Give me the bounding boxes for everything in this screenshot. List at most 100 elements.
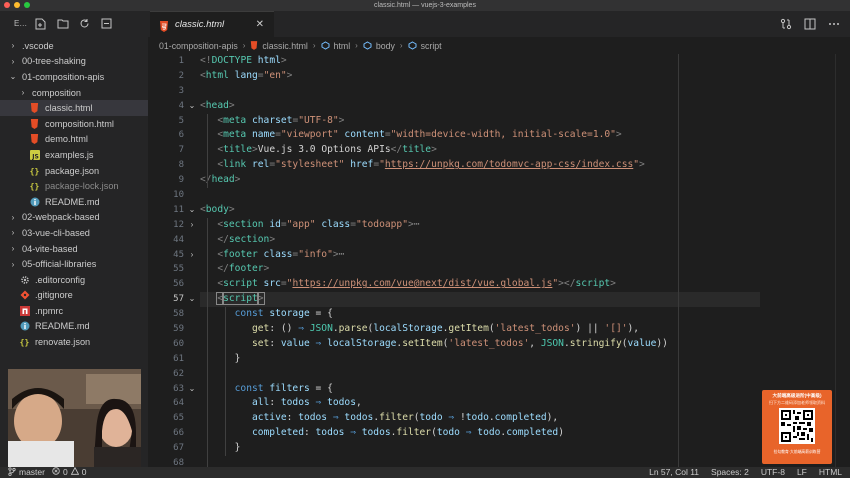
fold-collapse-icon[interactable]: ⌄ <box>186 382 198 397</box>
code-line[interactable] <box>200 188 760 203</box>
code-token: stringify <box>569 337 622 349</box>
cursor-position[interactable]: Ln 57, Col 11 <box>649 467 699 478</box>
split-editor-icon[interactable] <box>803 17 816 30</box>
folder-item[interactable]: › 04-vite-based <box>0 241 148 257</box>
code-line[interactable]: <body> <box>200 203 760 218</box>
gear-icon <box>18 274 31 285</box>
code-line[interactable]: <script src="https://unpkg.com/vue@next/… <box>200 277 760 292</box>
code-line[interactable]: active: todos ⇒ todos.filter(todo ⇒ !tod… <box>200 411 760 426</box>
code-line[interactable]: <title>Vue.js 3.0 Options APIs</title> <box>200 143 760 158</box>
file-item[interactable]: .gitignore <box>0 288 148 304</box>
refresh-icon[interactable] <box>78 17 91 30</box>
more-actions-icon[interactable] <box>827 17 840 30</box>
code-line[interactable]: </footer> <box>200 262 760 277</box>
code-line[interactable]: } <box>200 441 760 456</box>
file-item[interactable]: {} package-lock.json <box>0 178 148 194</box>
breadcrumb-body[interactable]: body <box>376 41 395 51</box>
close-icon[interactable]: ✕ <box>256 19 264 30</box>
code-line[interactable]: } <box>200 352 760 367</box>
chevron-right-icon[interactable]: › <box>8 228 18 237</box>
folder-item[interactable]: › 00-tree-shaking <box>0 54 148 70</box>
code-line[interactable]: <link rel="stylesheet" href="https://unp… <box>200 158 760 173</box>
folder-item[interactable]: › 02-webpack-based <box>0 210 148 226</box>
code-token: "UTF-8" <box>298 114 339 126</box>
fold-collapse-icon[interactable]: ⌄ <box>186 99 198 114</box>
line-ending[interactable]: LF <box>797 467 807 478</box>
code-line[interactable]: completed: todos ⇒ todos.filter(todo ⇒ t… <box>200 426 760 441</box>
code-token: todos <box>315 427 345 439</box>
folder-item[interactable]: › .vscode <box>0 38 148 54</box>
tree-item-label: .npmrc <box>35 305 64 316</box>
git-branch[interactable]: master <box>8 466 45 478</box>
fold-collapse-icon[interactable]: ⌄ <box>186 292 198 307</box>
chevron-right-icon[interactable]: › <box>8 57 18 66</box>
info-icon <box>28 196 41 207</box>
file-item[interactable]: {} renovate.json <box>0 334 148 350</box>
fold-expand-icon[interactable]: › <box>186 248 198 263</box>
code-line[interactable]: <section id="app" class="todoapp">⋯ <box>200 218 760 233</box>
code-line[interactable]: <meta charset="UTF-8"> <box>200 114 760 129</box>
error-icon <box>52 467 60 478</box>
code-line[interactable] <box>200 456 760 467</box>
code-line[interactable]: <footer class="info">⋯ <box>200 248 760 263</box>
file-item[interactable]: {} package.json <box>0 163 148 179</box>
indent-guide <box>225 307 226 457</box>
breadcrumb-html[interactable]: html <box>334 41 351 51</box>
code-line[interactable]: <!DOCTYPE html> <box>200 54 760 69</box>
file-item[interactable]: composition.html <box>0 116 148 132</box>
code-line[interactable] <box>200 84 760 99</box>
breadcrumb-script[interactable]: script <box>421 41 442 51</box>
promo-title: 大前端高级进阶(中高级) <box>772 393 822 398</box>
file-item[interactable]: demo.html <box>0 132 148 148</box>
code-area[interactable]: <!DOCTYPE html> <html lang="en"> <head> <m… <box>200 54 760 467</box>
new-folder-icon[interactable] <box>56 17 69 30</box>
chevron-right-icon[interactable]: › <box>8 260 18 269</box>
code-token: JSON <box>303 323 333 335</box>
code-line[interactable]: <meta name="viewport" content="width=dev… <box>200 128 760 143</box>
chevron-down-icon[interactable]: ⌄ <box>8 72 18 81</box>
tab-classic-html[interactable]: classic.html ✕ <box>150 11 274 37</box>
folder-item[interactable]: › composition <box>0 85 148 101</box>
fold-collapse-icon[interactable]: ⌄ <box>186 203 198 218</box>
code-line[interactable]: </head> <box>200 173 760 188</box>
file-item[interactable]: README.md <box>0 194 148 210</box>
file-item[interactable]: .npmrc <box>0 303 148 319</box>
folder-item[interactable]: › 03-vue-cli-based <box>0 225 148 241</box>
file-item[interactable]: .editorconfig <box>0 272 148 288</box>
code-line[interactable]: <head> <box>200 99 760 114</box>
chevron-right-icon[interactable]: › <box>8 213 18 222</box>
chevron-right-icon[interactable]: › <box>8 244 18 253</box>
code-line[interactable]: <html lang="en"> <box>200 69 760 84</box>
code-line[interactable]: get: () ⇒ JSON.parse(localStorage.getIte… <box>200 322 760 337</box>
file-item[interactable]: README.md <box>0 319 148 335</box>
code-line[interactable]: </section> <box>200 233 760 248</box>
file-item[interactable]: JS examples.js <box>0 147 148 163</box>
code-line[interactable]: set: value ⇒ localStorage.setItem('lates… <box>200 337 760 352</box>
breadcrumb-folder[interactable]: 01-composition-apis <box>159 41 238 51</box>
compare-changes-icon[interactable] <box>779 17 792 30</box>
code-line[interactable]: const storage = { <box>200 307 760 322</box>
code-token: value <box>280 337 310 349</box>
folder-item[interactable]: › 05-official-libraries <box>0 256 148 272</box>
indentation[interactable]: Spaces: 2 <box>711 467 749 478</box>
folder-item[interactable]: ⌄ 01-composition-apis <box>0 69 148 85</box>
collapse-all-icon[interactable] <box>100 17 113 30</box>
code-line[interactable]: <script> <box>200 292 760 308</box>
fold-expand-icon[interactable]: › <box>186 218 198 233</box>
new-file-icon[interactable] <box>34 17 47 30</box>
language-mode[interactable]: HTML <box>819 467 842 478</box>
code-token: ! <box>454 412 466 424</box>
chevron-right-icon[interactable]: › <box>8 41 18 50</box>
line-number: 7 <box>178 145 184 156</box>
problems-indicator[interactable]: 0 0 <box>52 466 86 478</box>
code-line[interactable]: const filters = { <box>200 382 760 397</box>
file-item[interactable]: classic.html <box>0 100 148 116</box>
encoding[interactable]: UTF-8 <box>761 467 785 478</box>
chevron-right-icon[interactable]: › <box>18 88 28 97</box>
code-line[interactable]: all: todos ⇒ todos, <box>200 396 760 411</box>
code-editor[interactable]: 1 2 3 4 5 6 7 8 9 10 11 12 44 45 55 56 57 58 59 60 61 62 63 64 6… <box>148 54 850 467</box>
breadcrumb-file[interactable]: classic.html <box>262 41 307 51</box>
code-line[interactable] <box>200 367 760 382</box>
